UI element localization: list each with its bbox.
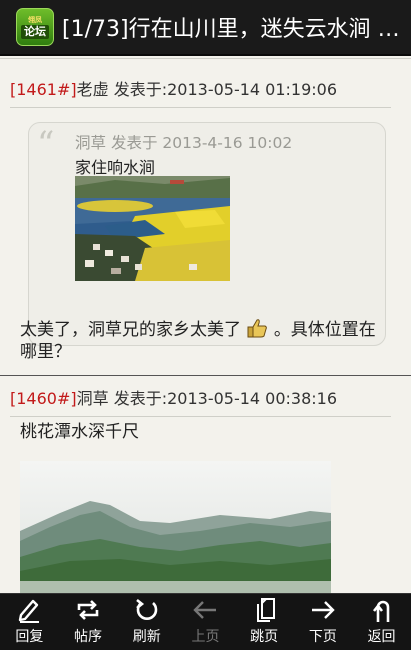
quote-timestamp: 2013-4-16 10:02 bbox=[162, 134, 293, 152]
thumbs-up-emoji-icon bbox=[241, 319, 274, 340]
post-header: [1461#]老虚 发表于:2013-05-14 01:19:06 bbox=[10, 76, 337, 100]
back-button[interactable]: 返回 bbox=[353, 594, 411, 650]
post-body: 太美了，洞草兄的家乡太美了 。具体位置在 哪里？ bbox=[20, 318, 376, 363]
thread-title: [1/73]行在山川里，迷失云水涧 … bbox=[62, 17, 400, 42]
post-order-label: 帖序 bbox=[74, 629, 103, 645]
reply-label: 回复 bbox=[15, 629, 44, 645]
app-logo-text-bottom: 论坛 bbox=[21, 25, 49, 39]
refresh-button[interactable]: 刷新 bbox=[118, 594, 176, 650]
pencil-icon bbox=[19, 599, 40, 623]
next-page-label: 下页 bbox=[308, 629, 337, 645]
post-body-text-line2: 哪里？ bbox=[20, 342, 71, 362]
mountain-landscape-photo[interactable] bbox=[20, 461, 331, 593]
post-body-text: 桃花潭水深千尺 bbox=[20, 422, 139, 442]
quote-author: 洞草 bbox=[75, 134, 107, 152]
previous-page-label: 上页 bbox=[191, 629, 220, 645]
rapeseed-field-photo[interactable] bbox=[75, 176, 230, 281]
post-order-button[interactable]: 帖序 bbox=[59, 594, 117, 650]
quote-block: “ 洞草 发表于 2013-4-16 10:02 家住响水涧 bbox=[28, 122, 386, 346]
post-author[interactable]: 洞草 bbox=[77, 389, 109, 408]
post-timestamp: 2013-05-14 00:38:16 bbox=[167, 389, 338, 408]
reply-button[interactable]: 回复 bbox=[0, 594, 58, 650]
floor-number[interactable]: [1461#] bbox=[10, 80, 77, 99]
posted-label: 发表于: bbox=[108, 389, 168, 408]
post-body-text-end: 。具体位置在 bbox=[273, 320, 376, 340]
jump-page-label: 跳页 bbox=[250, 629, 279, 645]
loop-arrows-icon bbox=[77, 600, 99, 620]
next-page-button[interactable]: 下页 bbox=[294, 594, 352, 650]
previous-page-button[interactable]: 上页 bbox=[176, 594, 234, 650]
return-icon bbox=[372, 600, 389, 622]
post-author[interactable]: 老虚 bbox=[77, 80, 109, 99]
post-body-text: 太美了，洞草兄的家乡太美了 bbox=[20, 320, 241, 340]
post-header: [1460#]洞草 发表于:2013-05-14 00:38:16 bbox=[10, 385, 337, 409]
arrow-right-icon bbox=[311, 601, 335, 619]
bottom-toolbar: 回复 帖序 刷新 上页 跳页 下页 返回 bbox=[0, 593, 411, 650]
divider bbox=[0, 58, 411, 59]
app-logo-text-top: 翎凤 bbox=[28, 16, 42, 24]
arrow-left-icon bbox=[193, 601, 217, 619]
floor-number[interactable]: [1460#] bbox=[10, 389, 77, 408]
refresh-icon bbox=[135, 598, 158, 620]
quote-text: 家住响水涧 bbox=[75, 158, 156, 177]
jump-page-button[interactable]: 跳页 bbox=[235, 594, 293, 650]
pages-icon bbox=[257, 598, 276, 622]
app-logo-icon[interactable]: 翎凤 论坛 bbox=[16, 8, 54, 46]
refresh-label: 刷新 bbox=[132, 629, 161, 645]
post-divider bbox=[0, 375, 411, 376]
quote-posted-label: 发表于 bbox=[106, 134, 163, 152]
quote-header: 洞草 发表于 2013-4-16 10:02 bbox=[75, 131, 292, 153]
back-label: 返回 bbox=[367, 629, 396, 645]
thread-content[interactable]: [1461#]老虚 发表于:2013-05-14 01:19:06 “ 洞草 发… bbox=[0, 58, 411, 593]
posted-label: 发表于: bbox=[108, 80, 168, 99]
title-bar: 翎凤 论坛 [1/73]行在山川里，迷失云水涧 … bbox=[0, 0, 411, 56]
quote-mark-icon: “ bbox=[37, 124, 55, 164]
header-divider bbox=[10, 107, 391, 108]
header-divider bbox=[10, 416, 391, 417]
post-timestamp: 2013-05-14 01:19:06 bbox=[167, 80, 338, 99]
